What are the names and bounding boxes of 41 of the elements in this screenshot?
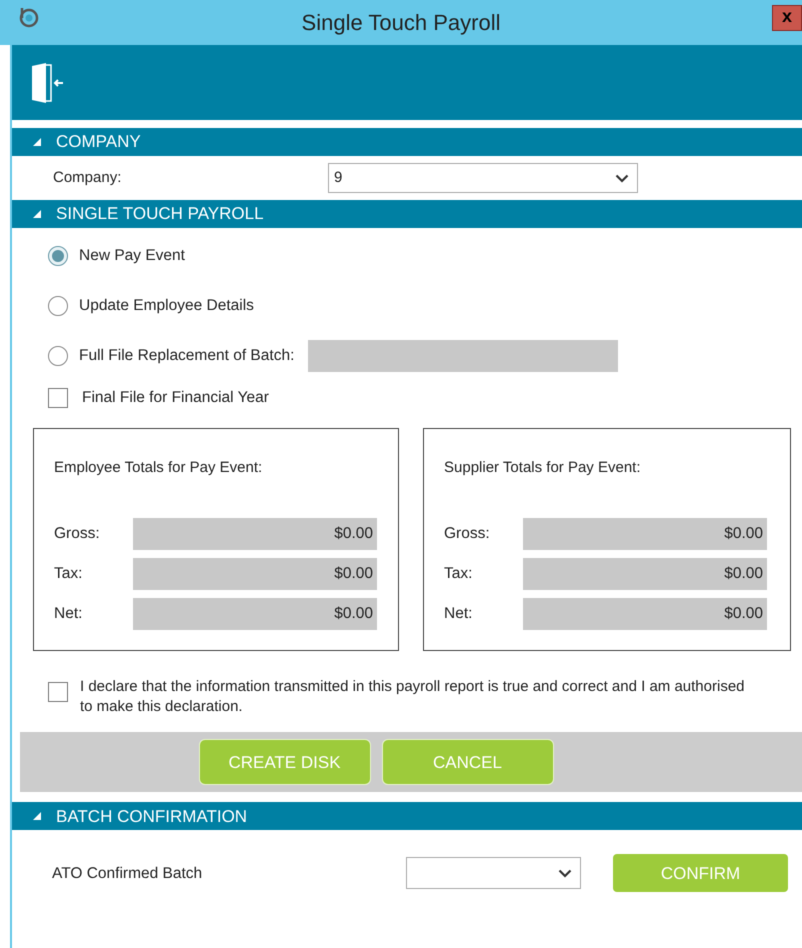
total-label: Net: [444,604,474,624]
checkbox[interactable] [48,388,68,408]
field-label: ATO Confirmed Batch [52,864,204,884]
total-value: $0.00 [523,558,767,590]
radio-option[interactable]: Full File Replacement of Batch: [48,344,294,368]
total-value: $0.00 [523,518,767,550]
logo-icon [18,6,40,28]
total-value: $0.00 [523,598,767,630]
section-title: BATCH CONFIRMATION [56,806,248,828]
chevron-down-icon [558,868,572,878]
radio-option[interactable]: New Pay Event [48,244,185,268]
total-label: Tax: [54,564,84,584]
chevron-down-icon [615,174,629,182]
section-header[interactable]: BATCH CONFIRMATION [12,802,802,830]
panel-title: Employee Totals for Pay Event: [54,458,262,478]
declaration-text: I declare that the information transmitted in this payroll report is true and correct and I am authorised to make this declaration. [80,677,746,718]
section-header[interactable]: SINGLE TOUCH PAYROLL [12,200,802,228]
checkbox[interactable] [48,682,68,702]
total-label: Tax: [444,564,474,584]
total-label: Net: [54,604,84,624]
section-header[interactable]: COMPANY [12,128,802,156]
panel-title: Supplier Totals for Pay Event: [444,458,640,478]
total-label: Gross: [444,524,491,544]
section-title: COMPANY [56,131,141,154]
window-title: Single Touch Payroll [302,9,500,37]
close-button[interactable]: x [772,5,802,31]
field-label: Company: [53,168,122,188]
dropdown-value: 9 [334,168,342,188]
total-label: Gross: [54,524,101,544]
collapse-triangle-icon [32,137,42,147]
collapse-triangle-icon [32,209,42,219]
radio-option[interactable]: Update Employee Details [48,294,254,318]
total-value: $0.00 [133,598,377,630]
batch-dropdown[interactable] [406,857,581,890]
section-title: SINGLE TOUCH PAYROLL [56,203,264,226]
total-value: $0.00 [133,518,377,550]
collapse-triangle-icon [32,811,42,822]
total-value: $0.00 [133,558,377,590]
company-dropdown[interactable]: 9 [328,163,638,193]
exit-door-icon[interactable] [30,62,64,102]
final-file-checkbox-label[interactable]: Final File for Financial Year [48,386,269,410]
